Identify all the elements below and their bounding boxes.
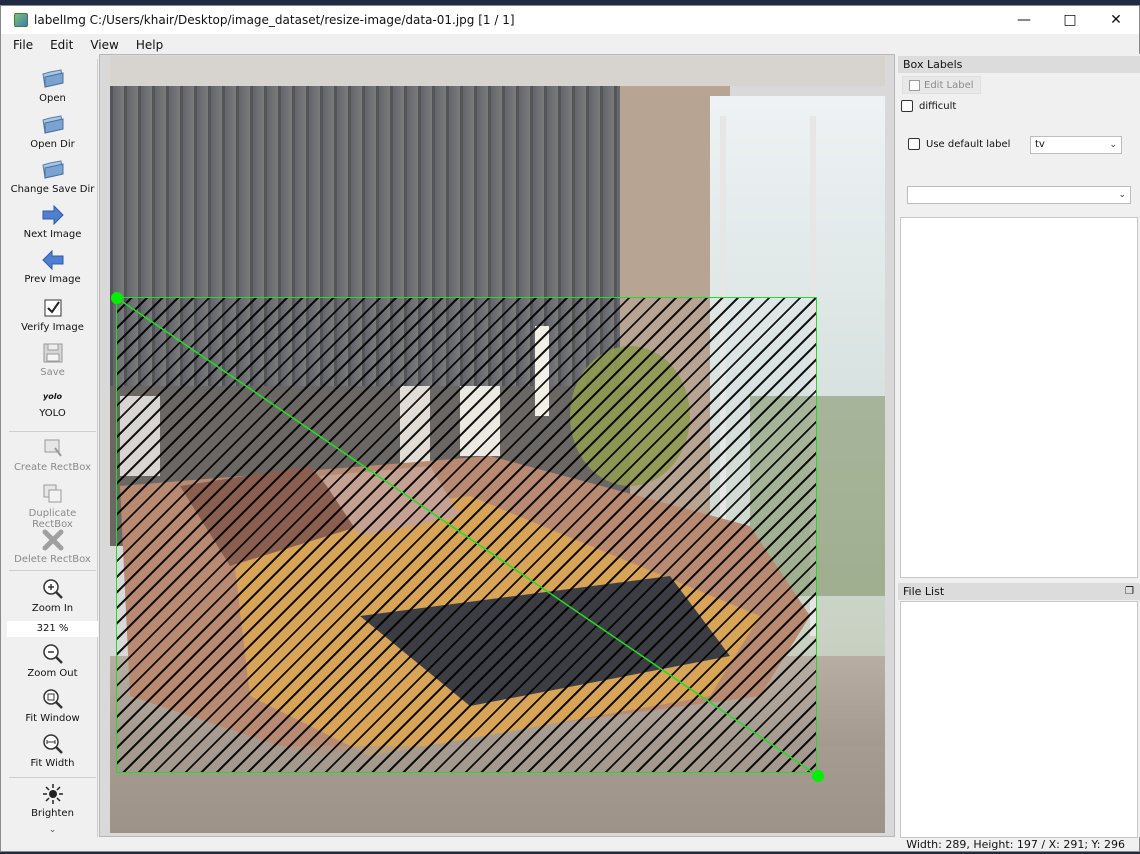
folder-open-icon <box>41 115 64 134</box>
save-button[interactable]: Save <box>7 341 98 378</box>
fit-width-label: Fit Width <box>30 758 75 769</box>
delete-x-icon <box>42 529 63 551</box>
sun-icon <box>42 784 63 804</box>
maximize-icon[interactable]: □ <box>1047 6 1093 34</box>
zoom-value-spinbox[interactable]: 321 % <box>7 621 98 637</box>
next-image-button[interactable]: Next Image <box>7 203 98 240</box>
toolbar-separator <box>9 570 96 571</box>
bbox-diagonal-guide <box>111 292 824 782</box>
folder-open-icon <box>41 160 64 179</box>
zoom-in-icon <box>42 579 63 599</box>
delete-rectbox-button[interactable]: Delete RectBox <box>7 528 98 565</box>
menu-edit[interactable]: Edit <box>44 38 79 52</box>
open-label: Open <box>39 93 66 104</box>
open-button[interactable]: Open <box>7 67 98 104</box>
arrow-right-icon <box>42 204 64 226</box>
open-dir-label: Open Dir <box>30 139 75 150</box>
create-rectbox-label: Create RectBox <box>13 462 92 473</box>
bbox-corner-handle-top-left[interactable] <box>111 292 123 304</box>
arrow-left-icon <box>41 249 63 271</box>
difficult-checkbox[interactable]: difficult <box>901 100 956 112</box>
next-image-label: Next Image <box>23 229 82 240</box>
file-list-title: File List ❐ <box>898 583 1140 600</box>
format-yolo-button[interactable]: yolo YOLO <box>7 390 98 419</box>
right-dock: Box Labels Edit Label difficult Use defa… <box>898 54 1140 838</box>
create-rectbox-button[interactable]: Create RectBox <box>7 436 98 473</box>
open-dir-button[interactable]: Open Dir <box>7 113 98 150</box>
fit-window-button[interactable]: Fit Window <box>7 687 98 724</box>
fit-window-icon <box>42 689 63 709</box>
menu-bar: File Edit View Help <box>1 35 169 55</box>
chevron-down-icon: ⌄ <box>1118 190 1126 200</box>
duplicate-rectbox-label: Duplicate RectBox <box>28 508 77 530</box>
format-label: YOLO <box>39 408 66 419</box>
minimize-icon[interactable]: — <box>1001 6 1047 34</box>
label-list[interactable] <box>900 217 1138 578</box>
default-label-value: tv <box>1035 139 1045 150</box>
zoom-in-label: Zoom In <box>31 603 74 614</box>
prev-image-button[interactable]: Prev Image <box>7 248 98 285</box>
default-label-combo[interactable]: tv ⌄ <box>1030 136 1122 154</box>
close-icon[interactable]: ✕ <box>1093 6 1139 34</box>
folder-open-icon <box>41 69 64 88</box>
verify-image-button[interactable]: Verify Image <box>7 296 98 333</box>
use-default-label-checkbox-box[interactable] <box>908 138 920 150</box>
app-icon <box>14 13 28 27</box>
float-dock-icon[interactable]: ❐ <box>1125 583 1134 600</box>
fit-window-label: Fit Window <box>25 713 80 724</box>
duplicate-icon <box>43 484 61 503</box>
yolo-icon: yolo <box>43 392 62 401</box>
change-save-dir-label: Change Save Dir <box>10 184 95 195</box>
edit-label-button[interactable]: Edit Label <box>902 76 981 94</box>
duplicate-rectbox-button[interactable]: Duplicate RectBox <box>7 482 98 530</box>
labelimg-window: labelImg C:/Users/khair/Desktop/image_da… <box>0 5 1140 852</box>
window-title: labelImg C:/Users/khair/Desktop/image_da… <box>34 13 515 27</box>
toolbar-separator <box>9 431 96 432</box>
use-default-label-text: Use default label <box>926 138 1011 150</box>
fit-width-button[interactable]: Fit Width <box>7 732 98 769</box>
rectangle-icon <box>44 439 62 457</box>
zoom-out-button[interactable]: Zoom Out <box>7 642 98 679</box>
fit-width-icon <box>42 734 63 754</box>
save-label: Save <box>40 367 65 378</box>
zoom-out-label: Zoom Out <box>27 668 78 679</box>
edit-label-text: Edit Label <box>924 79 974 91</box>
window-controls: — □ ✕ <box>1001 6 1139 34</box>
difficult-label: difficult <box>919 100 957 112</box>
image-canvas[interactable] <box>99 54 895 837</box>
title-bar: labelImg C:/Users/khair/Desktop/image_da… <box>1 6 1139 34</box>
difficult-checkbox-box[interactable] <box>901 100 913 112</box>
change-save-dir-button[interactable]: Change Save Dir <box>7 158 98 195</box>
prev-image-label: Prev Image <box>24 274 81 285</box>
floppy-disk-icon <box>43 343 62 363</box>
toolbar-separator <box>9 777 96 778</box>
zoom-in-button[interactable]: Zoom In <box>7 577 98 614</box>
brighten-label: Brighten <box>31 808 74 819</box>
checkbox-checked-icon <box>44 299 61 317</box>
status-bar: Width: 289, Height: 197 / X: 291; Y: 296 <box>906 838 1125 851</box>
pencil-icon <box>909 79 920 91</box>
brighten-button[interactable]: Brighten <box>7 782 98 819</box>
toolbar-more-chevron-icon[interactable]: ⌄ <box>7 825 98 835</box>
menu-view[interactable]: View <box>84 38 124 52</box>
menu-help[interactable]: Help <box>130 38 169 52</box>
bbox-corner-handle-bottom-right[interactable] <box>812 770 824 782</box>
menu-file[interactable]: File <box>7 38 39 52</box>
file-list[interactable] <box>900 601 1138 838</box>
box-labels-title: Box Labels <box>898 56 1140 73</box>
zoom-out-icon <box>42 644 63 664</box>
tool-bar: Open Open Dir Change Save Dir Next Image… <box>7 59 98 837</box>
verify-image-label: Verify Image <box>21 322 84 333</box>
use-default-label-checkbox[interactable]: Use default label <box>908 138 1010 150</box>
delete-rectbox-label: Delete RectBox <box>14 554 91 565</box>
label-filter-combo[interactable]: ⌄ <box>907 186 1131 204</box>
chevron-down-icon: ⌄ <box>1109 140 1117 150</box>
file-list-title-text: File List <box>903 585 945 598</box>
